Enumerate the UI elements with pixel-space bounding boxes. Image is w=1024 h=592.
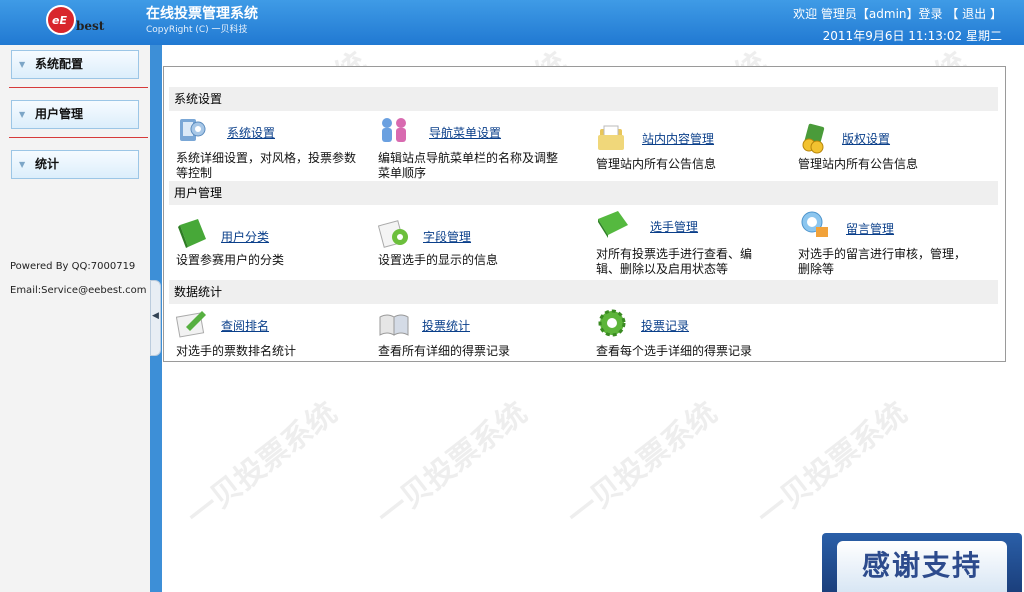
datetime: 2011年9月6日 11:13:02 星期二 (822, 29, 1002, 43)
settings-icon (180, 119, 206, 141)
section-title: 数据统计 (169, 280, 998, 304)
chevron-left-icon: ◀ (152, 311, 159, 321)
item-description: 编辑站点导航菜单栏的名称及调整菜单顺序 (378, 151, 559, 180)
logo-mark: eE (46, 5, 76, 35)
watermark: 一贝投票系统 (750, 395, 914, 534)
item-description: 系统详细设置，对风格，投票参数等控制 (176, 151, 357, 180)
thanks-text: 感谢支持 (837, 541, 1007, 592)
message-icon (801, 211, 828, 237)
sidebar-item-label: 统计 (35, 157, 60, 171)
copyright: CopyRight (C) 一贝科技 (146, 25, 248, 35)
logout-link[interactable]: 【 退出 】 (946, 7, 1002, 21)
triangle-down-icon: ▼ (19, 110, 26, 119)
top-header: eE best 在线投票管理系统 CopyRight (C) 一贝科技 欢迎 管… (0, 0, 1024, 45)
logo-text: best (76, 19, 105, 33)
item-description: 对选手的留言进行审核，管理，删除等 (798, 247, 967, 276)
sidebar-item-user-management[interactable]: ▼ 用户管理 (11, 100, 139, 129)
gear-doc-icon (378, 220, 408, 248)
watermark: 一贝投票系统 (180, 395, 344, 534)
sidebar-item-system-config[interactable]: ▼ 系统配置 (11, 50, 139, 79)
item-description: 管理站内所有公告信息 (798, 157, 919, 171)
powered-by: Powered By QQ:7000719 (10, 261, 136, 272)
triangle-down-icon: ▼ (19, 60, 26, 69)
welcome-label: 欢迎 (793, 7, 818, 21)
field-management-link[interactable]: 字段管理 (423, 228, 471, 245)
copyright-settings-link[interactable]: 版权设置 (842, 130, 890, 147)
book-icon (598, 211, 628, 238)
message-management-link[interactable]: 留言管理 (846, 220, 894, 237)
section-title: 系统设置 (169, 87, 998, 111)
gear-icon (598, 309, 626, 337)
item-description: 管理站内所有公告信息 (596, 157, 717, 171)
current-user: 管理员【admin】登录 (820, 7, 943, 21)
ranking-link[interactable]: 查阅排名 (221, 317, 269, 334)
contact-email: Email:Service@eebest.com (10, 285, 147, 296)
sidebar-item-statistics[interactable]: ▼ 统计 (11, 150, 139, 179)
triangle-down-icon: ▼ (19, 160, 26, 169)
sidebar-item-label: 系统配置 (35, 57, 84, 71)
section-title: 用户管理 (169, 181, 998, 205)
app-title: 在线投票管理系统 (146, 6, 258, 22)
item-description: 设置参赛用户的分类 (176, 253, 285, 267)
main-panel: 系统设置 系统设置 系统详细设置，对风格，投票参数等控制 导航菜单设置 编辑站点… (163, 66, 1006, 362)
nav-menu-link[interactable]: 导航菜单设置 (429, 124, 501, 141)
site-content-link[interactable]: 站内内容管理 (642, 130, 714, 147)
open-book-icon (379, 314, 409, 336)
item-description: 查看每个选手详细的得票记录 (596, 344, 753, 358)
vote-records-link[interactable]: 投票记录 (641, 317, 689, 334)
item-description: 查看所有详细的得票记录 (378, 344, 511, 358)
thanks-banner[interactable]: 感谢支持 (822, 533, 1022, 592)
logo: eE best (46, 5, 116, 37)
welcome-bar: 欢迎 管理员【admin】登录 【 退出 】 (793, 5, 1002, 22)
sidebar: ▼ 系统配置 ▼ 用户管理 ▼ 统计 Powered By QQ:7000719… (0, 45, 150, 592)
divider (9, 137, 148, 138)
folder-icon (598, 125, 624, 150)
watermark: 一贝投票系统 (560, 395, 724, 534)
watermark: 一贝投票系统 (370, 395, 534, 534)
coins-icon (802, 123, 825, 154)
divider (9, 87, 148, 88)
item-description: 对所有投票选手进行查看、编辑、删除以及启用状态等 (596, 247, 753, 276)
sidebar-item-label: 用户管理 (35, 107, 84, 121)
edit-icon (176, 311, 206, 338)
vote-statistics-link[interactable]: 投票统计 (422, 317, 470, 334)
player-management-link[interactable]: 选手管理 (650, 218, 698, 235)
users-icon (382, 118, 406, 142)
book-icon (178, 219, 206, 248)
item-description: 设置选手的显示的信息 (378, 253, 499, 267)
user-category-link[interactable]: 用户分类 (221, 228, 269, 245)
system-settings-link[interactable]: 系统设置 (227, 124, 275, 141)
item-description: 对选手的票数排名统计 (176, 344, 297, 358)
collapse-sidebar-toggle[interactable]: ◀ (150, 280, 161, 356)
